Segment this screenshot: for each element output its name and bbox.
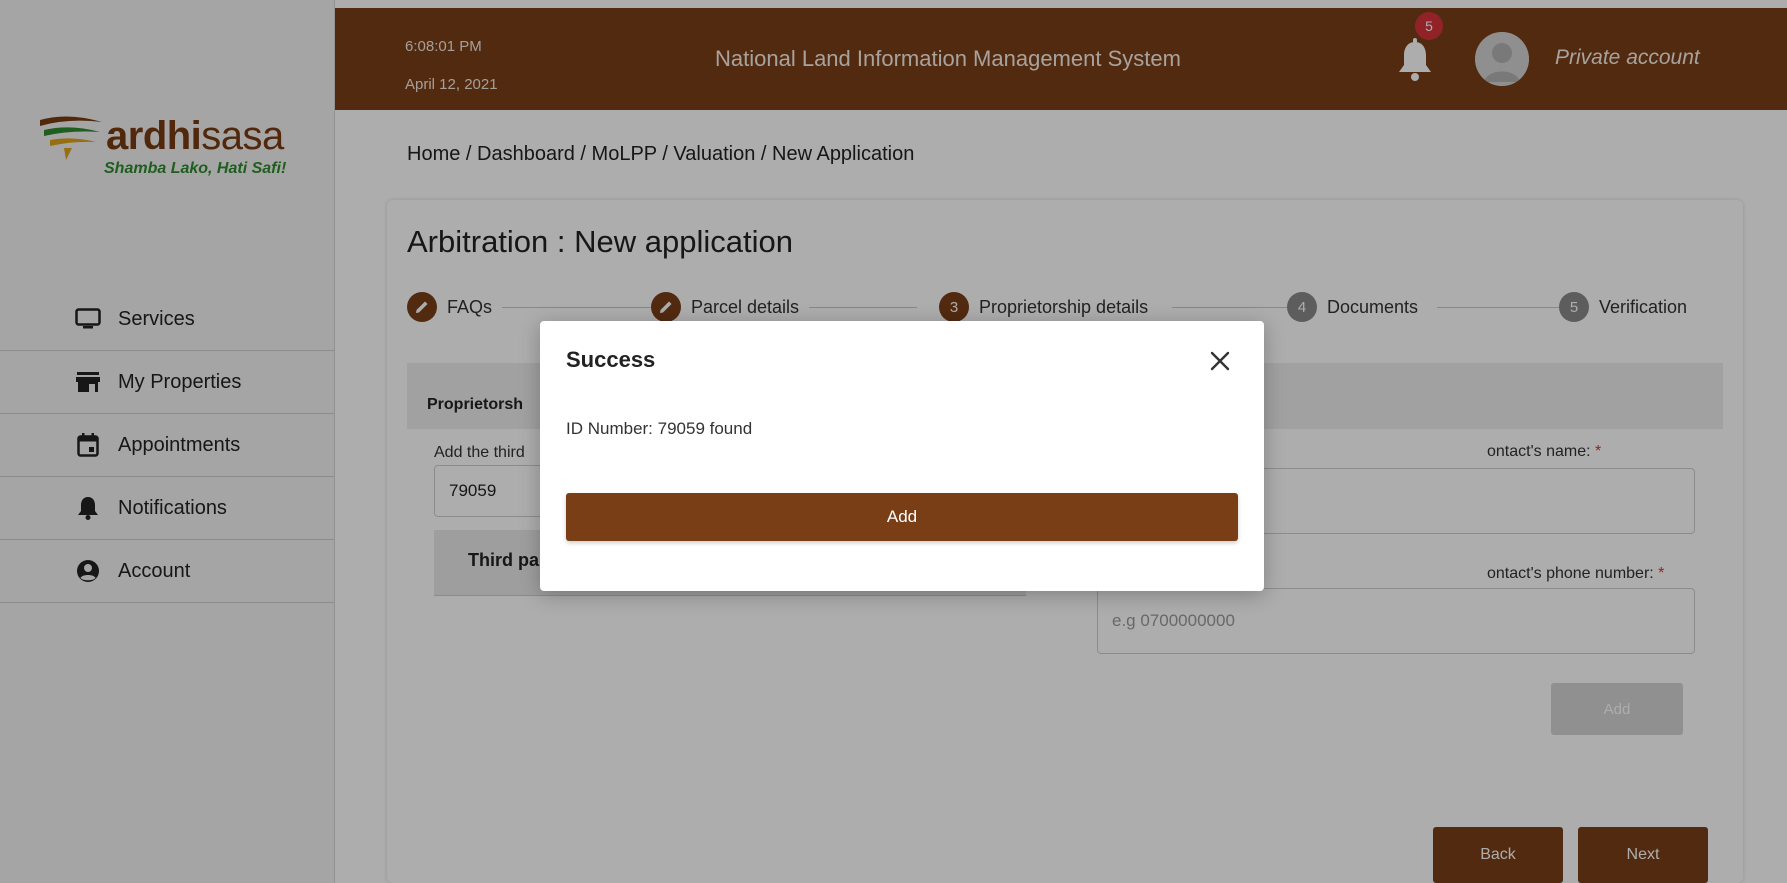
dialog-title: Success bbox=[566, 347, 656, 372]
close-icon[interactable] bbox=[1206, 347, 1234, 375]
dialog-message: ID Number: 79059 found bbox=[566, 419, 753, 438]
dialog-add-button[interactable]: Add bbox=[566, 493, 1238, 541]
success-dialog: Success ID Number: 79059 found Add bbox=[540, 321, 1264, 591]
